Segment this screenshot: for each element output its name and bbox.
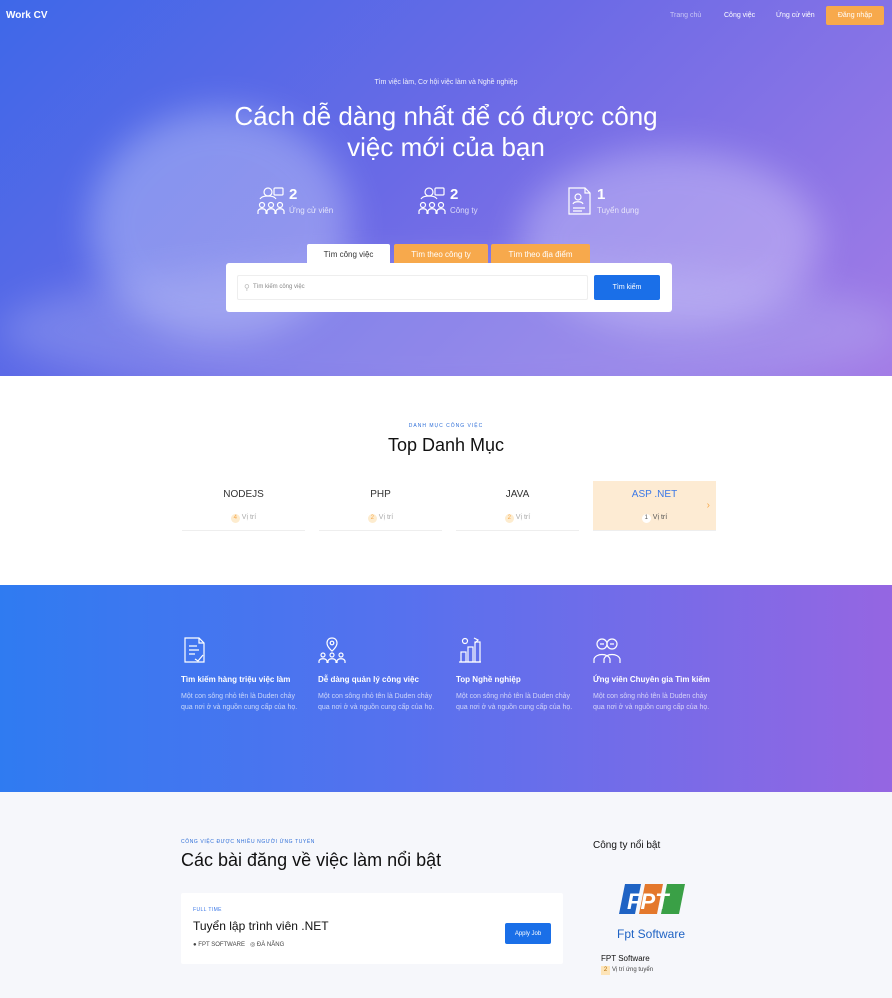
fpt-logo[interactable]: FPT Fpt Software	[617, 880, 697, 941]
hero-title: Cách dễ dàng nhất để có được công việc m…	[0, 101, 892, 163]
chevron-right-icon: ›	[706, 500, 710, 511]
feature-desc: Một con sông nhỏ tên là Duden chảy qua n…	[456, 693, 573, 711]
hero-subtitle: Tìm việc làm, Cơ hội việc làm và Nghề ng…	[374, 79, 518, 86]
category-item[interactable]: ASP .NET 1 Vị trí ›	[593, 481, 716, 531]
category-count: 1	[641, 514, 651, 523]
job-type: FULL TIME	[193, 907, 222, 913]
stat-companies-label: Công ty	[450, 206, 478, 215]
category-name: NODEJS	[223, 489, 264, 500]
featured-company-count: 2	[601, 966, 610, 975]
navbar: Work CV Trang chủ Công việc Ứng cử viên …	[0, 0, 892, 32]
feature-title: Tìm kiếm hàng triệu việc làm	[181, 675, 291, 684]
feature-title: Ứng viên Chuyên gia Tìm kiếm	[593, 675, 710, 684]
category-meta: 2 Vị trí	[319, 514, 442, 523]
stat-recruitment-value: 1	[597, 186, 606, 203]
nav-candidates[interactable]: Ứng cử viên	[776, 12, 815, 19]
search-button[interactable]: Tìm kiếm	[594, 275, 660, 300]
category-name: JAVA	[505, 489, 530, 500]
category-name: PHP	[370, 489, 391, 500]
category-count: 2	[367, 514, 377, 523]
category-meta: 1 Vị trí	[593, 514, 716, 523]
search-input[interactable]: ⚲ Tìm kiếm công việc	[237, 275, 588, 300]
feature-desc: Một con sông nhỏ tên là Duden chảy qua n…	[181, 693, 298, 711]
brand-logo[interactable]: Work CV	[6, 10, 48, 21]
category-item[interactable]: JAVA 2 Vị trí	[456, 481, 579, 531]
category-count: 2	[504, 514, 514, 523]
category-meta: 2 Vị trí	[456, 514, 579, 523]
location-icon: ◎	[249, 942, 256, 948]
category-meta: 4 Vị trí	[182, 514, 305, 523]
career-icon	[459, 637, 481, 663]
apply-job-button[interactable]: Apply Job	[505, 923, 551, 944]
features-section	[0, 585, 892, 792]
stat-recruitment-label: Tuyển dụng	[597, 206, 639, 215]
job-meta: ● FPT SOFTWARE ◎ ĐÀ NẴNG	[193, 941, 284, 948]
companies-icon	[418, 187, 446, 214]
feature-desc: Một con sông nhỏ tên là Duden chảy qua n…	[593, 693, 710, 711]
fpt-logo-caption: Fpt Software	[617, 927, 686, 941]
stat-companies-value: 2	[450, 186, 459, 203]
expert-icon	[593, 638, 621, 663]
stat-recruitment: 1 Tuyển dụng	[565, 186, 675, 220]
stat-candidates-label: Ứng cử viên	[289, 206, 334, 215]
feature-item: Tìm kiếm hàng triệu việc làm Một con sôn…	[181, 636, 305, 713]
feature-desc: Một con sông nhỏ tên là Duden chảy qua n…	[318, 693, 435, 711]
hero-title-line1: Cách dễ dàng nhất để có được công	[234, 101, 658, 131]
location-pin-icon: ⚲	[244, 283, 250, 292]
categories-title: Top Danh Mục	[387, 435, 505, 455]
categories-kicker: DANH MỤC CÔNG VIỆC	[408, 423, 484, 429]
feature-item: Top Nghề nghiệp Một con sông nhỏ tên là …	[456, 636, 580, 713]
feature-item: Dễ dàng quản lý công việc Một con sông n…	[318, 636, 442, 713]
tab-find-by-location[interactable]: Tìm theo địa điểm	[491, 244, 590, 264]
job-search-icon	[184, 637, 205, 663]
company-icon: ●	[193, 942, 197, 948]
job-company: FPT SOFTWARE	[198, 942, 245, 948]
category-count: 4	[230, 514, 240, 523]
category-item[interactable]: PHP 2 Vị trí	[319, 481, 442, 531]
job-title[interactable]: Tuyển lập trình viên .NET	[193, 919, 329, 933]
feature-title: Top Nghề nghiệp	[456, 675, 521, 684]
fpt-logo-text: FPT	[627, 889, 670, 914]
job-location: ĐÀ NẴNG	[256, 942, 285, 948]
category-unit: Vị trí	[241, 514, 257, 521]
candidates-icon	[257, 187, 285, 214]
nav-home[interactable]: Trang chủ	[670, 12, 701, 19]
stat-candidates: 2 Ứng cử viên	[257, 186, 367, 220]
jobs-kicker: CÔNG VIỆC ĐƯỢC NHIỀU NGƯỜI ỨNG TUYỂN	[181, 839, 316, 845]
feature-item: Ứng viên Chuyên gia Tìm kiếm Một con sôn…	[593, 636, 717, 713]
category-unit: Vị trí	[378, 514, 394, 521]
featured-company-count-label: Vị trí ứng tuyển	[612, 967, 654, 973]
manage-jobs-icon	[318, 637, 346, 663]
featured-company-heading: Công ty nổi bật	[593, 840, 661, 851]
stat-companies: 2 Công ty	[418, 186, 518, 220]
tab-find-job[interactable]: Tìm công việc	[307, 244, 390, 264]
category-item[interactable]: NODEJS 4 Vị trí	[182, 481, 305, 531]
recruitment-icon	[568, 187, 591, 215]
stat-candidates-value: 2	[289, 186, 298, 203]
category-name: ASP .NET	[631, 489, 678, 500]
login-button[interactable]: Đăng nhập	[826, 6, 884, 25]
hero-title-line2: việc mới của bạn	[347, 132, 545, 162]
feature-title: Dễ dàng quản lý công việc	[318, 675, 419, 684]
category-unit: Vị trí	[652, 514, 668, 521]
tab-find-by-company[interactable]: Tìm theo công ty	[394, 244, 488, 264]
category-unit: Vị trí	[515, 514, 531, 521]
search-placeholder: Tìm kiếm công việc	[253, 284, 305, 290]
fpt-logo-mark: FPT	[619, 884, 685, 914]
nav-jobs[interactable]: Công việc	[724, 12, 755, 19]
featured-company-meta: 2 Vị trí ứng tuyển	[601, 966, 653, 975]
featured-company-name[interactable]: FPT Software	[601, 954, 650, 963]
jobs-title: Các bài đăng về việc làm nổi bật	[181, 850, 442, 870]
job-card[interactable]: FULL TIME Tuyển lập trình viên .NET ● FP…	[181, 893, 563, 964]
